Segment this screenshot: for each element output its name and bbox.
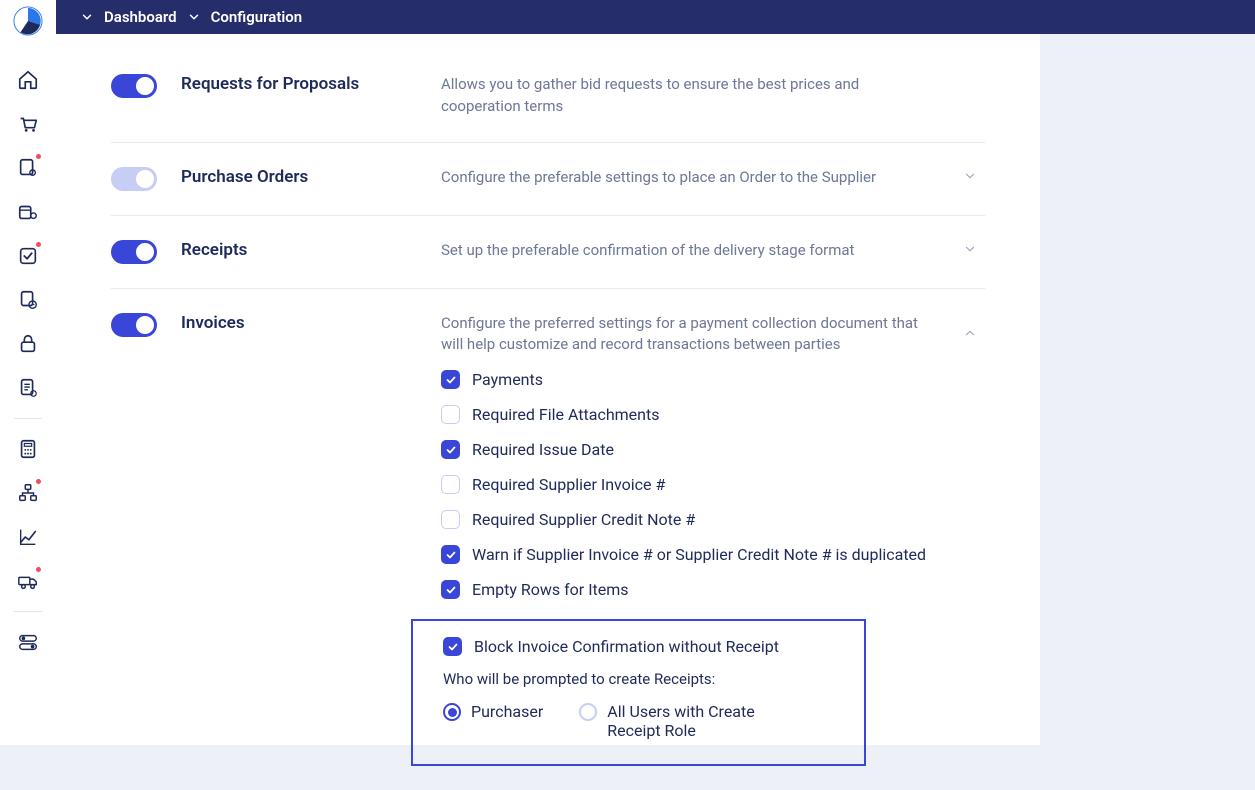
checkbox-label: Block Invoice Confirmation without Recei… [474, 637, 779, 656]
radio-label: Purchaser [471, 702, 543, 721]
breadcrumb-item[interactable]: Dashboard [104, 8, 177, 26]
toggle-invoices[interactable] [111, 313, 157, 337]
cart-icon[interactable] [9, 102, 47, 146]
checkbox-option[interactable]: Payments [441, 370, 926, 389]
checkbox-icon[interactable] [441, 370, 460, 389]
truck-icon[interactable] [9, 559, 47, 603]
doc-clock-icon[interactable] [9, 278, 47, 322]
checkbox-option[interactable]: Empty Rows for Items [441, 580, 926, 599]
org-chart-icon[interactable] [9, 471, 47, 515]
checkbox-label: Payments [472, 370, 543, 389]
config-section-po: Purchase Orders Configure the preferable … [111, 143, 985, 216]
checkbox-label: Empty Rows for Items [472, 580, 629, 599]
content-area: Requests for Proposals Allows you to gath… [56, 34, 1255, 745]
chevron-down-icon[interactable] [963, 168, 977, 187]
chevron-down-icon[interactable] [187, 10, 201, 24]
checkbox-option[interactable]: Required Supplier Invoice # [441, 475, 926, 494]
checkbox-option[interactable]: Block Invoice Confirmation without Recei… [443, 637, 852, 656]
doc-person-icon[interactable] [9, 146, 47, 190]
section-title: Receipts [181, 240, 431, 260]
section-description: Configure the preferred settings for a p… [441, 313, 955, 357]
home-icon[interactable] [9, 58, 47, 102]
checkbox-icon[interactable] [441, 405, 460, 424]
checkbox-icon[interactable] [441, 580, 460, 599]
notification-badge [35, 153, 42, 160]
app-logo[interactable] [13, 6, 43, 36]
notification-badge [35, 478, 42, 485]
chevron-up-icon[interactable] [963, 325, 977, 344]
section-title: Requests for Proposals [181, 74, 431, 94]
radio-option[interactable]: Purchaser [443, 702, 543, 740]
checkbox-label: Required Supplier Credit Note # [472, 510, 695, 529]
checkbox-icon[interactable] [443, 637, 462, 656]
config-section-rfp: Requests for Proposals Allows you to gath… [111, 50, 985, 143]
config-section-receipts: Receipts Set up the preferable confirmati… [111, 216, 985, 289]
toggle-icon[interactable] [9, 620, 47, 664]
toggle-receipts[interactable] [111, 240, 157, 264]
checkbox-option[interactable]: Required Issue Date [441, 440, 926, 459]
prompt-label: Who will be prompted to create Receipts: [443, 670, 852, 688]
checkbox-option[interactable]: Warn if Supplier Invoice # or Supplier C… [441, 545, 926, 564]
section-title: Purchase Orders [181, 167, 431, 187]
radio-option[interactable]: All Users with Create Receipt Role [579, 702, 779, 740]
top-breadcrumb-bar: Dashboard Configuration [56, 0, 1255, 34]
chart-line-icon[interactable] [9, 515, 47, 559]
radio-icon[interactable] [579, 703, 597, 721]
checkbox-icon[interactable] [441, 510, 460, 529]
checkbox-icon[interactable] [441, 440, 460, 459]
breadcrumb-item[interactable]: Configuration [211, 8, 303, 26]
toggle-po[interactable] [111, 167, 157, 191]
doc-list-icon[interactable] [9, 366, 47, 410]
checkbox-label: Required Supplier Invoice # [472, 475, 665, 494]
checkbox-icon[interactable] [441, 545, 460, 564]
notification-badge [35, 566, 42, 573]
config-panel: Requests for Proposals Allows you to gath… [56, 34, 1040, 745]
checkbox-label: Warn if Supplier Invoice # or Supplier C… [472, 545, 926, 564]
checkbox-option[interactable]: Required File Attachments [441, 405, 926, 424]
checkbox-label: Required Issue Date [472, 440, 614, 459]
notification-badge [35, 241, 42, 248]
toggle-rfp[interactable] [111, 74, 157, 98]
radio-label: All Users with Create Receipt Role [607, 702, 779, 740]
calculator-icon[interactable] [9, 427, 47, 471]
section-description: Set up the preferable confirmation of th… [441, 240, 955, 262]
checkbox-icon[interactable] [441, 475, 460, 494]
config-section-invoices: Invoices Configure the preferred settings… [111, 289, 985, 790]
sidebar [0, 0, 56, 745]
checkbox-label: Required File Attachments [472, 405, 659, 424]
checkbox-option[interactable]: Required Supplier Credit Note # [441, 510, 926, 529]
highlight-box: Block Invoice Confirmation without Recei… [411, 619, 866, 766]
radio-icon[interactable] [443, 703, 461, 721]
chevron-down-icon[interactable] [963, 241, 977, 260]
section-title: Invoices [181, 313, 431, 333]
sidebar-divider [14, 611, 42, 612]
checkbox-icon[interactable] [9, 234, 47, 278]
section-description: Configure the preferable settings to pla… [441, 167, 955, 189]
sidebar-divider [14, 418, 42, 419]
box-person-icon[interactable] [9, 190, 47, 234]
section-description: Allows you to gather bid requests to ens… [441, 74, 955, 118]
lock-icon[interactable] [9, 322, 47, 366]
chevron-down-icon[interactable] [80, 10, 94, 24]
